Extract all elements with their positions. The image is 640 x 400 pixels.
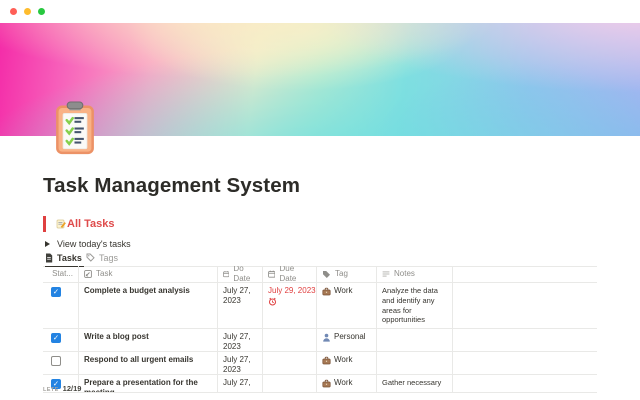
text-lines-icon xyxy=(382,271,390,277)
column-header-status[interactable]: Stat... xyxy=(43,266,79,282)
aggregate-label: LETE xyxy=(43,387,59,393)
tag-cell[interactable]: Work xyxy=(317,283,377,328)
notes-cell[interactable] xyxy=(377,329,453,351)
minimize-window-button[interactable] xyxy=(24,8,31,15)
tag-cell[interactable]: Work xyxy=(317,375,377,392)
tab-tasks[interactable]: Tasks xyxy=(45,250,84,267)
tag-label: Work xyxy=(334,378,353,387)
do-date-cell[interactable]: July 27, 2023 xyxy=(218,283,263,328)
status-cell xyxy=(43,329,79,351)
table-row: Write a blog post July 27, 2023 Personal xyxy=(43,329,597,352)
tag-label: Work xyxy=(334,355,353,364)
due-date-cell[interactable] xyxy=(263,375,317,392)
tasks-table: Stat... Task Do Date Due Date Tag Notes … xyxy=(43,266,597,393)
view-todays-tasks-toggle[interactable]: View today's tasks xyxy=(45,239,131,249)
view-tabs: Tasks Tags xyxy=(43,250,597,267)
memo-icon xyxy=(56,219,66,229)
briefcase-icon xyxy=(322,379,331,388)
aggregate-value: 12/19 xyxy=(62,384,82,393)
do-date-cell[interactable]: July 27, 2023 xyxy=(218,329,263,351)
all-tasks-callout[interactable]: All Tasks xyxy=(43,216,115,232)
column-header-do-date[interactable]: Do Date xyxy=(218,266,263,282)
status-cell xyxy=(43,352,79,374)
notes-cell[interactable]: Analyze the data and identify any areas … xyxy=(377,283,453,328)
calendar-icon xyxy=(223,271,230,278)
table-header-row: Stat... Task Do Date Due Date Tag Notes xyxy=(43,266,597,283)
calendar-icon xyxy=(268,270,276,278)
tag-cell[interactable]: Work xyxy=(317,352,377,374)
task-checkbox[interactable] xyxy=(51,356,61,366)
page-title[interactable]: Task Management System xyxy=(43,174,300,198)
task-cell[interactable]: Complete a budget analysis xyxy=(79,283,218,328)
toggle-triangle-icon xyxy=(45,241,50,247)
table-row: Complete a budget analysis July 27, 2023… xyxy=(43,283,597,329)
briefcase-icon xyxy=(322,356,331,365)
zoom-window-button[interactable] xyxy=(38,8,45,15)
tag-icon xyxy=(323,270,330,278)
briefcase-icon xyxy=(322,287,331,296)
table-header-filler xyxy=(453,266,597,282)
task-cell[interactable]: Write a blog post xyxy=(79,329,218,351)
column-header-tag[interactable]: Tag xyxy=(317,266,377,282)
do-date-cell[interactable]: July 27, 2023 xyxy=(218,352,263,374)
row-filler xyxy=(453,329,597,351)
clipboard-icon[interactable] xyxy=(54,101,96,155)
task-cell[interactable]: Respond to all urgent emails xyxy=(79,352,218,374)
row-filler xyxy=(453,283,597,328)
notes-cell[interactable] xyxy=(377,352,453,374)
task-checkbox[interactable] xyxy=(51,333,61,343)
person-icon xyxy=(323,333,330,342)
column-header-due-date[interactable]: Due Date xyxy=(263,266,317,282)
row-filler xyxy=(453,375,597,392)
column-header-task[interactable]: Task xyxy=(79,266,218,282)
page-icon xyxy=(46,253,53,262)
window-titlebar xyxy=(0,0,640,23)
tag-label: Personal xyxy=(334,332,366,341)
tab-tasks-label: Tasks xyxy=(57,252,82,263)
tag-icon xyxy=(86,253,95,262)
callout-red-bar xyxy=(43,216,46,232)
tag-label: Work xyxy=(334,286,353,295)
row-filler xyxy=(453,352,597,374)
notes-cell[interactable]: Gather necessary xyxy=(377,375,453,392)
tab-tags-label: Tags xyxy=(99,252,119,263)
due-date-cell[interactable] xyxy=(263,329,317,351)
alarm-clock-icon xyxy=(269,298,276,306)
table-row: Respond to all urgent emails July 27, 20… xyxy=(43,352,597,375)
overdue-date: July 29, 2023 xyxy=(268,286,316,295)
close-window-button[interactable] xyxy=(10,8,17,15)
table-footer-aggregate[interactable]: LETE 12/19 xyxy=(43,384,81,393)
task-cell[interactable]: Prepare a presentation for the meeting xyxy=(79,375,218,392)
do-date-cell[interactable]: July 27, xyxy=(218,375,263,392)
tag-cell[interactable]: Personal xyxy=(317,329,377,351)
tab-tags[interactable]: Tags xyxy=(86,250,118,265)
table-row: Prepare a presentation for the meeting J… xyxy=(43,375,597,393)
column-header-notes[interactable]: Notes xyxy=(377,266,453,282)
pencil-square-icon xyxy=(84,270,92,278)
page-cover-image xyxy=(0,23,640,136)
callout-label: All Tasks xyxy=(67,218,115,230)
task-checkbox[interactable] xyxy=(51,287,61,297)
due-date-cell[interactable]: July 29, 2023 xyxy=(263,283,317,328)
status-cell xyxy=(43,283,79,328)
due-date-cell[interactable] xyxy=(263,352,317,374)
toggle-label: View today's tasks xyxy=(57,239,131,249)
